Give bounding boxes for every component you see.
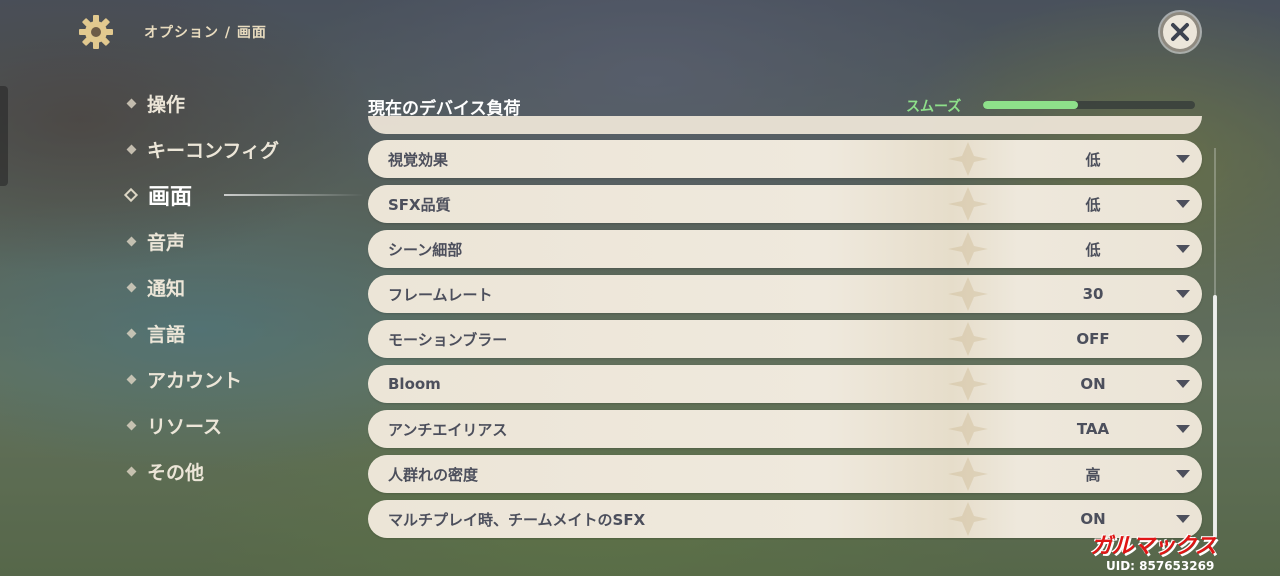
device-load-bar [983,101,1195,109]
dropdown-arrow-icon[interactable] [1176,470,1190,478]
decor-star-icon [948,457,988,491]
diamond-icon [126,374,137,384]
partial-row [368,116,1202,134]
sidebar-item-7[interactable]: リソース [124,402,344,448]
diamond-icon [126,420,137,430]
sidebar-item-8[interactable]: その他 [124,448,344,494]
sidebar-item-label: キーコンフィグ [147,139,280,162]
decor-star-icon [948,232,988,266]
uid-label: UID: 857653269 [1106,559,1215,573]
setting-row[interactable]: 視覚効果 低 [368,140,1202,178]
close-button[interactable] [1160,12,1200,52]
setting-label: 人群れの密度 [388,465,479,484]
diamond-icon [126,236,137,246]
decor-star-icon [948,322,988,356]
dropdown-arrow-icon[interactable] [1176,425,1190,433]
sidebar-item-1[interactable]: キーコンフィグ [124,126,344,172]
sidebar-item-label: 通知 [147,277,186,300]
sidebar: 操作キーコンフィグ 画面音声通知言語アカウントリソースその他 [123,80,364,494]
setting-value[interactable]: TAA [1058,420,1128,438]
sidebar-item-5[interactable]: 言語 [124,310,344,356]
decor-star-icon [948,187,988,221]
setting-label: SFX品質 [388,195,451,214]
setting-row[interactable]: 人群れの密度 高 [368,455,1202,493]
decor-star-icon [948,142,988,176]
setting-value[interactable]: ON [1058,375,1128,393]
sidebar-item-2[interactable]: 画面 [123,172,364,218]
dropdown-arrow-icon[interactable] [1176,380,1190,388]
sidebar-item-label: 言語 [147,323,186,346]
watermark-logo: ガルマックス [1090,534,1216,559]
setting-value[interactable]: OFF [1058,330,1128,348]
sidebar-item-label: 画面 [148,185,193,210]
setting-row[interactable]: SFX品質 低 [368,185,1202,223]
setting-row[interactable]: モーションブラー OFF [368,320,1202,358]
dropdown-arrow-icon[interactable] [1176,200,1190,208]
sidebar-item-6[interactable]: アカウント [124,356,344,402]
device-load-fill [983,101,1079,109]
setting-label: Bloom [388,375,441,393]
setting-row[interactable]: フレームレート 30 [368,275,1202,313]
setting-value[interactable]: 低 [1058,194,1128,215]
dropdown-arrow-icon[interactable] [1176,335,1190,343]
setting-row[interactable]: Bloom ON [368,365,1202,403]
dropdown-arrow-icon[interactable] [1176,155,1190,163]
setting-value[interactable]: 低 [1058,239,1128,260]
setting-label: シーン細部 [388,240,463,259]
setting-label: 視覚効果 [388,150,449,169]
settings-list[interactable]: 視覚効果低 SFX品質低シーン細部低フレームレート 30 モーションブラー OFF Blo… [368,110,1204,540]
setting-value[interactable]: 30 [1058,285,1128,303]
setting-row[interactable]: シーン細部 低 [368,230,1202,268]
setting-value[interactable]: ON [1058,510,1128,528]
diamond-icon [126,144,137,154]
setting-value[interactable]: 高 [1058,464,1128,485]
diamond-icon [126,328,137,338]
decor-star-icon [948,412,988,446]
setting-label: マルチプレイ時、チームメイトのSFX [388,510,646,529]
sidebar-item-label: その他 [147,461,205,484]
sidebar-item-label: 音声 [147,231,186,254]
scrollbar-thumb[interactable] [1213,295,1217,538]
sidebar-item-3[interactable]: 音声 [124,218,344,264]
close-icon [1171,23,1189,41]
sidebar-item-0[interactable]: 操作 [124,80,344,126]
sidebar-item-label: リソース [147,415,223,438]
decor-star-icon [948,367,988,401]
diamond-icon [126,466,137,476]
diamond-icon [126,282,137,292]
breadcrumb: オプション / 画面 [144,25,267,41]
active-diamond-icon [123,187,139,203]
dropdown-arrow-icon[interactable] [1176,290,1190,298]
gear-icon [76,12,116,52]
setting-label: アンチエイリアス [388,420,508,439]
header: オプション / 画面 [76,12,267,52]
dropdown-arrow-icon[interactable] [1176,245,1190,253]
setting-value[interactable]: 低 [1058,149,1128,170]
active-glow [224,194,364,196]
dropdown-arrow-icon[interactable] [1176,515,1190,523]
edge-tab[interactable] [0,86,8,186]
setting-label: フレームレート [388,285,493,304]
decor-star-icon [948,502,988,536]
sidebar-item-label: 操作 [147,93,186,116]
sidebar-item-4[interactable]: 通知 [124,264,344,310]
sidebar-item-label: アカウント [147,369,243,392]
setting-label: モーションブラー [388,330,508,349]
decor-star-icon [948,277,988,311]
setting-row[interactable]: アンチエイリアス TAA [368,410,1202,448]
diamond-icon [126,98,137,108]
